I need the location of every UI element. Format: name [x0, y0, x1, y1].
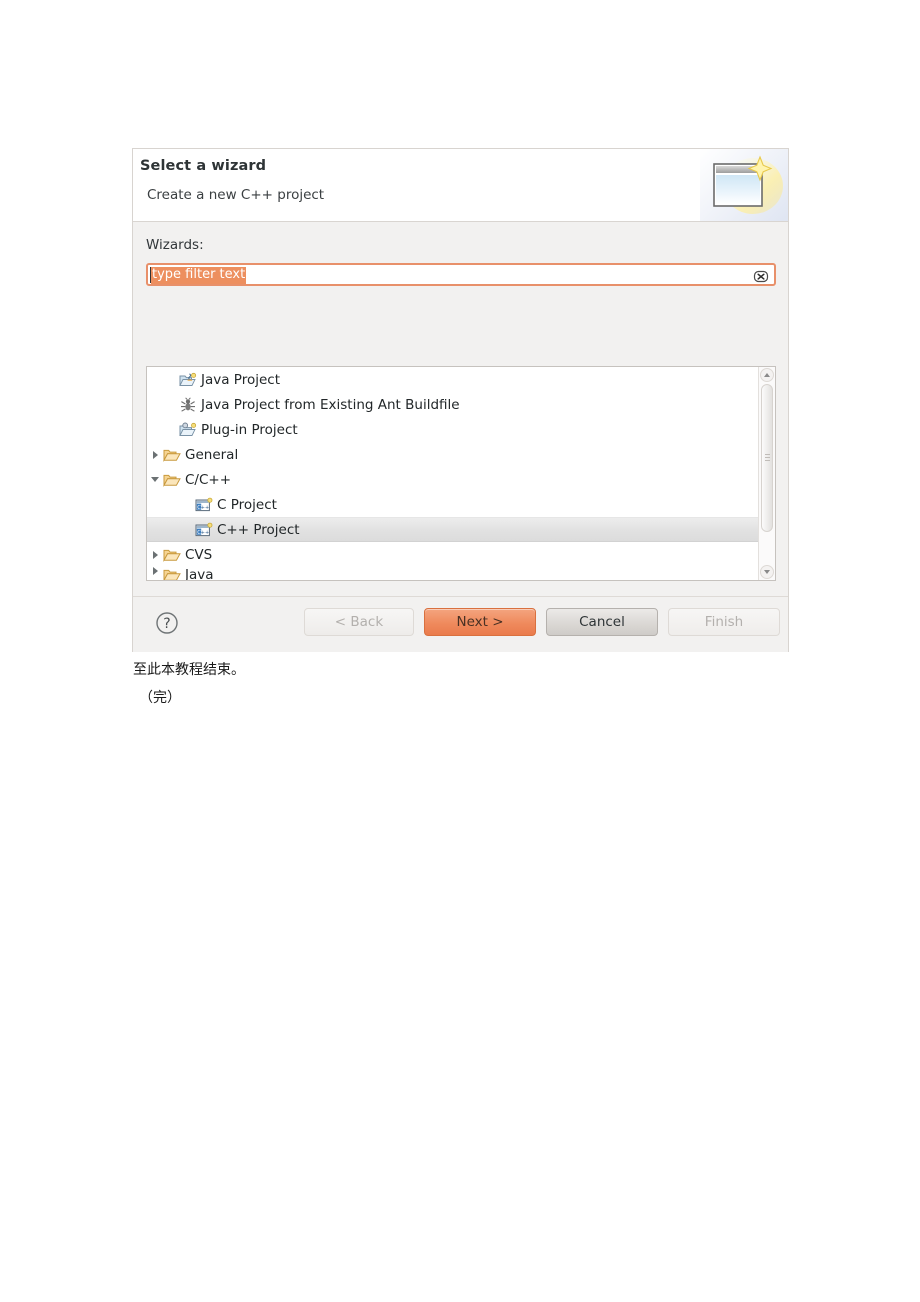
filter-input-value[interactable]: type filter text [151, 267, 247, 284]
c-project-icon: C ++ [195, 497, 213, 513]
tree-item-java-project-from-existing-ant-buildfile[interactable]: Java Project from Existing Ant Buildfile [147, 392, 758, 417]
chevron-right-icon[interactable] [147, 567, 163, 575]
svg-text:++: ++ [201, 505, 209, 511]
scrollbar-thumb[interactable] [761, 384, 773, 532]
cpp-project-icon: C ++ [195, 522, 213, 538]
tree-item-general[interactable]: General [147, 442, 758, 467]
page-title: Select a wizard [140, 158, 267, 174]
folder-icon [163, 447, 181, 463]
chevron-right-icon[interactable] [147, 550, 163, 559]
dialog-header: Select a wizard Create a new C++ project [133, 149, 788, 222]
wizards-tree[interactable]: Java Project Java Project from Existing A… [146, 366, 776, 581]
tree-item-plug-in-project[interactable]: Plug-in Project [147, 417, 758, 442]
svg-text:++: ++ [201, 530, 209, 536]
tree-item-label: Plug-in Project [201, 421, 298, 438]
tree-item-java-project[interactable]: Java Project [147, 367, 758, 392]
tree-item-c-project[interactable]: C ++ C++ Project [147, 517, 758, 542]
tree-item-label: Java Project [201, 371, 280, 388]
scrollbar-grip-icon [765, 454, 770, 462]
svg-text:?: ? [163, 616, 170, 632]
chevron-down-icon[interactable] [147, 477, 163, 482]
back-button[interactable]: < Back [304, 608, 414, 636]
chevron-right-icon[interactable] [147, 450, 163, 459]
java-project-icon [179, 372, 197, 388]
scroll-down-icon[interactable] [760, 565, 774, 579]
wizards-label: Wizards: [146, 237, 204, 253]
tree-item-label: CVS [185, 546, 213, 563]
tree-item-label: C/C++ [185, 471, 232, 488]
plugin-project-icon [179, 422, 197, 438]
tree-item-label: Java Project from Existing Ant Buildfile [201, 396, 460, 413]
dialog-body: Wizards: type filter text Java Project Ja… [133, 222, 788, 596]
folder-icon [163, 547, 181, 563]
next-button[interactable]: Next > [424, 608, 536, 636]
select-wizard-dialog: Select a wizard Create a new C++ project [132, 148, 789, 652]
filter-input[interactable]: type filter text [146, 263, 776, 286]
tree-item-label: Java [185, 567, 214, 580]
caption-line-2: （完） [139, 690, 181, 706]
caption-line-1: 至此本教程结束。 [133, 662, 245, 678]
tree-item-java[interactable]: Java [147, 567, 758, 580]
wizards-tree-rows: Java Project Java Project from Existing A… [147, 367, 758, 580]
cancel-button[interactable]: Cancel [546, 608, 658, 636]
tree-item-label: C++ Project [217, 521, 300, 538]
wizard-window-sparkle-icon [700, 149, 788, 221]
page-subtitle: Create a new C++ project [147, 187, 325, 203]
tree-item-label: General [185, 446, 239, 463]
dialog-footer: ? < Back Next > Cancel Finish [133, 596, 788, 652]
clear-filter-icon[interactable] [753, 268, 769, 283]
tree-item-c-project[interactable]: C ++ C Project [147, 492, 758, 517]
tree-item-cvs[interactable]: CVS [147, 542, 758, 567]
scroll-up-icon[interactable] [760, 368, 774, 382]
help-icon[interactable]: ? [155, 611, 179, 635]
folder-icon [163, 567, 181, 580]
tree-item-label: C Project [217, 496, 277, 513]
ant-buildfile-icon [179, 396, 197, 413]
folder-icon [163, 472, 181, 488]
tree-vertical-scrollbar[interactable] [758, 367, 775, 580]
finish-button[interactable]: Finish [668, 608, 780, 636]
tree-item-c-c[interactable]: C/C++ [147, 467, 758, 492]
